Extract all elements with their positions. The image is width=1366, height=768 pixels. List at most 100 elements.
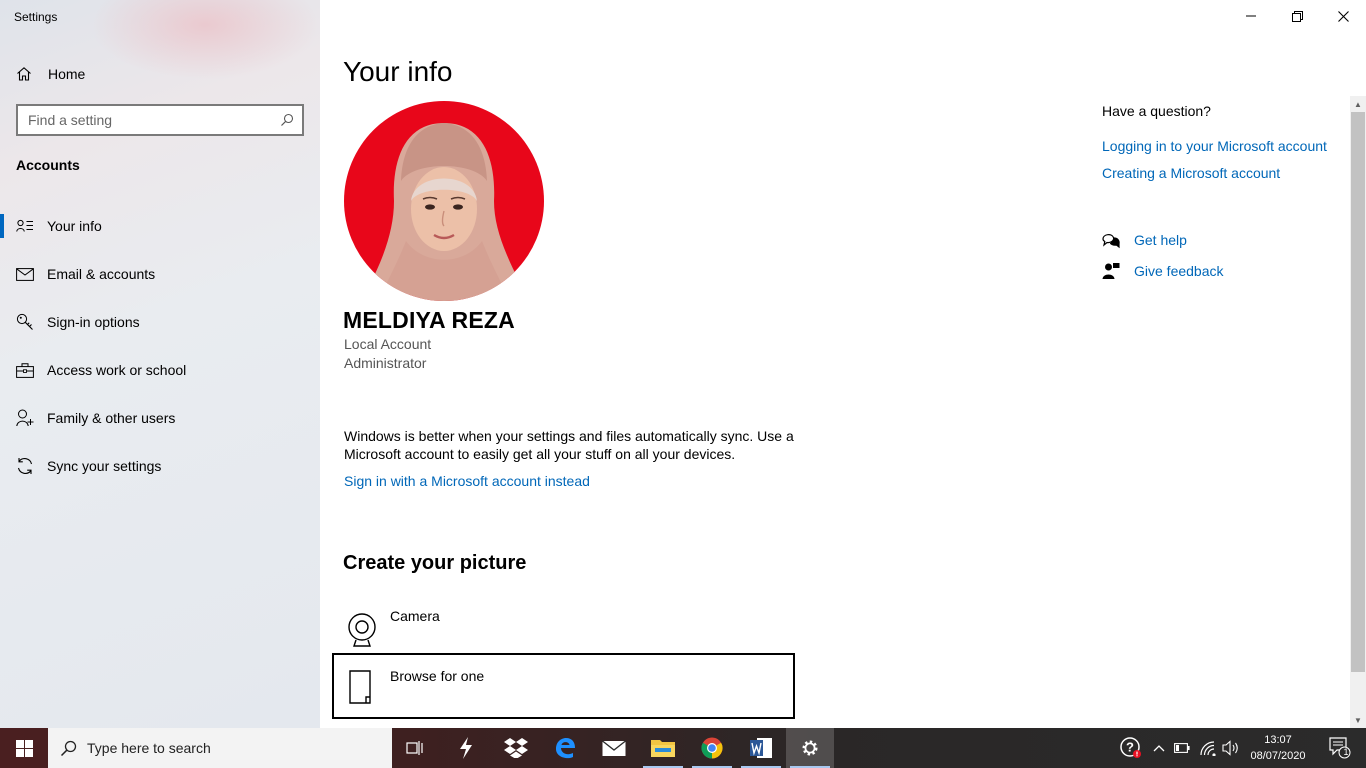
scroll-down-arrow[interactable]: ▼	[1350, 712, 1366, 728]
sidebar-glow	[90, 0, 320, 80]
sync-message: Windows is better when your settings and…	[344, 428, 794, 462]
search-icon	[60, 740, 77, 756]
sidebar-item-access-work-or-school[interactable]: Access work or school	[0, 346, 320, 394]
taskbar: ? 13:07 08/07/2020	[0, 728, 1366, 768]
start-button[interactable]	[0, 728, 48, 768]
tray-show-hidden-button[interactable]	[1150, 728, 1168, 768]
dropbox-icon	[504, 738, 528, 758]
file-icon	[349, 670, 371, 704]
taskbar-app-lightning[interactable]	[442, 728, 490, 768]
camera-icon	[348, 613, 376, 647]
tray-battery-button[interactable]	[1172, 728, 1192, 768]
person-card-icon	[16, 217, 34, 235]
sidebar-nav: Your info Email & accounts Sign-in optio…	[0, 202, 320, 490]
user-name: MELDIYA REZA	[343, 307, 515, 333]
give-feedback-link[interactable]: Give feedback	[1134, 263, 1224, 279]
lightning-app-icon	[460, 737, 472, 759]
sidebar-item-sign-in-options[interactable]: Sign-in options	[0, 298, 320, 346]
page-title: Your info	[343, 56, 453, 87]
sidebar-item-email-accounts[interactable]: Email & accounts	[0, 250, 320, 298]
sidebar-item-your-info[interactable]: Your info	[0, 202, 320, 250]
browse-label: Browse for one	[390, 668, 485, 684]
section-label-accounts: Accounts	[16, 157, 80, 173]
help-heading: Have a question?	[1102, 103, 1211, 119]
minimize-button[interactable]	[1228, 0, 1274, 32]
sidebar: Settings Home Accounts Your info Email &…	[0, 0, 320, 728]
sidebar-item-family-other-users[interactable]: Family & other users	[0, 394, 320, 442]
taskbar-search-input[interactable]	[87, 740, 377, 756]
taskbar-app-word[interactable]	[737, 728, 785, 768]
home-icon	[17, 67, 31, 81]
key-icon	[16, 313, 34, 331]
person-add-icon	[16, 409, 34, 427]
sidebar-item-label: Sign-in options	[47, 314, 140, 330]
help-alert-icon: ?	[1120, 737, 1141, 758]
sidebar-item-sync-your-settings[interactable]: Sync your settings	[0, 442, 320, 490]
search-icon[interactable]	[280, 113, 294, 127]
help-link-logging-in[interactable]: Logging in to your Microsoft account	[1102, 138, 1327, 154]
task-view-icon	[406, 741, 423, 755]
taskbar-app-file-explorer[interactable]	[639, 728, 687, 768]
scroll-up-arrow[interactable]: ▲	[1350, 96, 1366, 112]
taskbar-app-edge[interactable]	[541, 728, 589, 768]
svg-text:?: ?	[1126, 740, 1134, 755]
action-center-button[interactable]: 1	[1320, 728, 1360, 768]
close-button[interactable]	[1320, 0, 1366, 32]
windows-logo-icon	[15, 739, 33, 757]
wifi-icon	[1200, 741, 1216, 756]
taskbar-clock[interactable]: 13:07 08/07/2020	[1244, 732, 1312, 764]
edge-icon	[556, 738, 575, 759]
taskbar-app-settings[interactable]	[786, 728, 834, 768]
avatar[interactable]	[344, 101, 544, 301]
restore-button[interactable]	[1274, 0, 1320, 32]
restore-icon	[1291, 10, 1303, 22]
mail-icon	[16, 265, 34, 283]
minimize-icon	[1246, 15, 1256, 17]
close-icon	[1337, 10, 1349, 22]
signin-microsoft-link[interactable]: Sign in with a Microsoft account instead	[344, 473, 590, 489]
battery-icon	[1174, 743, 1190, 753]
tray-network-button[interactable]	[1197, 728, 1219, 768]
clock-date: 08/07/2020	[1250, 750, 1306, 762]
profile-picture	[344, 101, 544, 301]
sidebar-item-label: Access work or school	[47, 362, 187, 378]
tray-volume-button[interactable]	[1220, 728, 1242, 768]
taskbar-app-dropbox[interactable]	[492, 728, 540, 768]
home-link[interactable]: Home	[16, 64, 85, 84]
feedback-icon	[1102, 263, 1120, 279]
sidebar-item-label: Your info	[47, 218, 102, 234]
home-label: Home	[48, 66, 86, 82]
sidebar-item-label: Email & accounts	[47, 266, 156, 282]
sidebar-item-label: Sync your settings	[47, 458, 162, 474]
chevron-up-icon	[1153, 745, 1165, 752]
briefcase-icon	[16, 361, 34, 379]
taskbar-app-mail[interactable]	[590, 728, 638, 768]
notification-count: 1	[1343, 747, 1349, 757]
taskbar-search-box[interactable]	[48, 728, 392, 768]
chat-help-icon	[1102, 234, 1120, 249]
create-picture-title: Create your picture	[343, 552, 527, 574]
sidebar-item-label: Family & other users	[47, 410, 176, 426]
scrollbar-thumb[interactable]	[1351, 112, 1365, 672]
taskbar-app-chrome[interactable]	[688, 728, 736, 768]
account-role: Administrator	[344, 355, 427, 371]
browse-option[interactable]: Browse for one	[332, 653, 795, 719]
camera-label: Camera	[390, 608, 440, 624]
setting-search-box[interactable]	[16, 104, 304, 136]
window-title: Settings	[14, 10, 58, 24]
account-type: Local Account	[344, 336, 432, 352]
get-help-row[interactable]: Get help	[1102, 231, 1187, 249]
get-help-link[interactable]: Get help	[1134, 232, 1187, 248]
mail-icon	[602, 740, 626, 756]
give-feedback-row[interactable]: Give feedback	[1102, 262, 1224, 280]
task-view-button[interactable]	[392, 728, 440, 768]
help-link-creating-account[interactable]: Creating a Microsoft account	[1102, 165, 1280, 181]
file-explorer-icon	[651, 740, 675, 757]
word-icon	[750, 738, 772, 758]
settings-gear-icon	[802, 740, 818, 756]
chrome-icon	[701, 737, 723, 759]
tray-help-icon-button[interactable]: ?	[1118, 728, 1144, 768]
setting-search-input[interactable]	[28, 112, 268, 128]
clock-time: 13:07	[1264, 734, 1292, 746]
sync-icon	[16, 457, 34, 475]
